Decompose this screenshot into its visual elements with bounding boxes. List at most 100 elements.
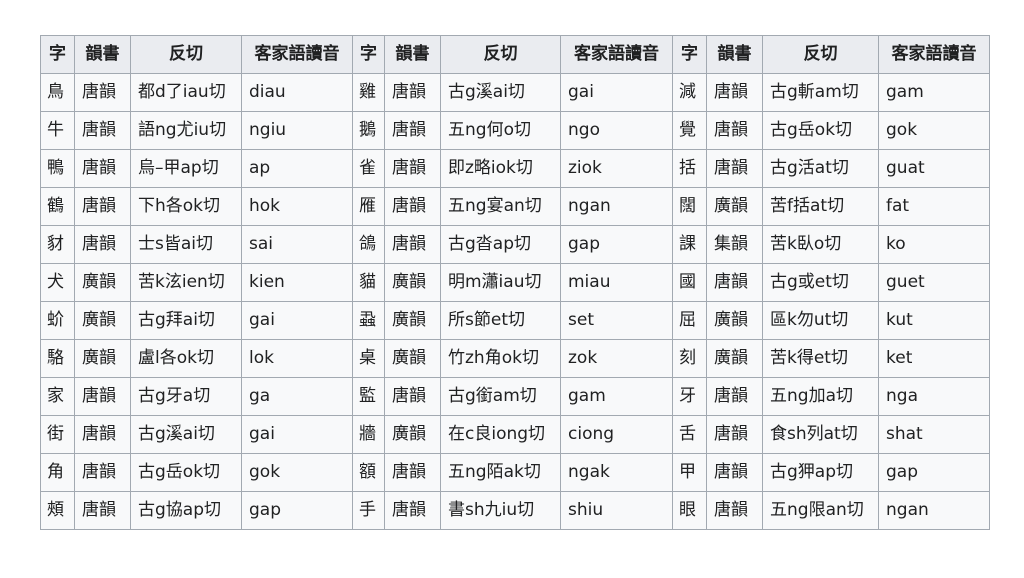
- cell-fanqie: 古g沓ap切: [440, 225, 561, 264]
- column-header-rhyme-book: 韻書: [74, 35, 131, 74]
- table-row: 牛唐韻 語ng尤iu切 ngiu 鵝唐韻 五ng何o切 ngo 覺唐韻 古g岳ok切 gok: [40, 111, 990, 150]
- cell-rhyme-book: 廣韻: [706, 187, 763, 226]
- cell-character: 牆: [352, 415, 385, 454]
- table-row: 角唐韻 古g岳ok切 gok 額唐韻 五ng陌ak切 ngak 甲唐韻 古g狎ap切 gap: [40, 453, 990, 492]
- table-row: 鶴唐韻 下h各ok切 hok 雁唐韻 五ng宴an切 ngan 闊廣韻 苦f括at切 fat: [40, 187, 990, 226]
- cell-rhyme-book: 唐韻: [74, 453, 131, 492]
- cell-character: 鵝: [352, 111, 385, 150]
- cell-fanqie: 古g活at切: [762, 149, 879, 188]
- cell-hakka-reading: gok: [241, 453, 353, 492]
- cell-rhyme-book: 唐韻: [74, 377, 131, 416]
- cell-character: 減: [672, 73, 707, 112]
- cell-hakka-reading: kien: [241, 263, 353, 302]
- cell-character: 駱: [40, 339, 75, 378]
- cell-fanqie: 食sh列at切: [762, 415, 879, 454]
- cell-hakka-reading: ngo: [560, 111, 673, 150]
- cell-character: 角: [40, 453, 75, 492]
- cell-fanqie: 區k勿ut切: [762, 301, 879, 340]
- cell-fanqie: 烏–甲ap切: [130, 149, 242, 188]
- cell-character: 刻: [672, 339, 707, 378]
- column-header-hakka-reading: 客家語讀音: [878, 35, 990, 74]
- column-header-character: 字: [672, 35, 707, 74]
- cell-character: 闊: [672, 187, 707, 226]
- cell-hakka-reading: gai: [560, 73, 673, 112]
- cell-hakka-reading: hok: [241, 187, 353, 226]
- cell-character: 牛: [40, 111, 75, 150]
- column-header-hakka-reading: 客家語讀音: [560, 35, 673, 74]
- cell-character: 貓: [352, 263, 385, 302]
- cell-character: 監: [352, 377, 385, 416]
- cell-hakka-reading: ap: [241, 149, 353, 188]
- cell-character: 括: [672, 149, 707, 188]
- table-row: 街唐韻 古g溪ai切 gai 牆廣韻 在c良iong切 ciong 舌唐韻 食sh列at切 sh…: [40, 415, 990, 454]
- cell-fanqie: 苦k得et切: [762, 339, 879, 378]
- cell-character: 舌: [672, 415, 707, 454]
- cell-character: 雞: [352, 73, 385, 112]
- cell-rhyme-book: 唐韻: [706, 263, 763, 302]
- cell-hakka-reading: diau: [241, 73, 353, 112]
- table-container: 字韻書 反切 客家語讀音字韻書 反切 客家語讀音字韻書 反切 客家語讀音 鳥唐韻 都d了iau…: [40, 35, 990, 530]
- cell-rhyme-book: 集韻: [706, 225, 763, 264]
- cell-rhyme-book: 唐韻: [706, 73, 763, 112]
- cell-hakka-reading: ngiu: [241, 111, 353, 150]
- cell-hakka-reading: shat: [878, 415, 990, 454]
- table-row: 蚧廣韻 古g拜ai切 gai 蝨廣韻 所s節et切 set 屈廣韻 區k勿ut切 kut: [40, 301, 990, 340]
- cell-fanqie: 書sh九iu切: [440, 491, 561, 530]
- cell-fanqie: 明m瀟iau切: [440, 263, 561, 302]
- cell-fanqie: 五ng加a切: [762, 377, 879, 416]
- cell-hakka-reading: sai: [241, 225, 353, 264]
- cell-hakka-reading: ket: [878, 339, 990, 378]
- cell-rhyme-book: 唐韻: [706, 149, 763, 188]
- cell-character: 甲: [672, 453, 707, 492]
- cell-hakka-reading: ngan: [560, 187, 673, 226]
- cell-rhyme-book: 廣韻: [74, 263, 131, 302]
- cell-character: 街: [40, 415, 75, 454]
- cell-rhyme-book: 廣韻: [74, 339, 131, 378]
- cell-rhyme-book: 唐韻: [384, 377, 441, 416]
- cell-hakka-reading: zok: [560, 339, 673, 378]
- cell-hakka-reading: gam: [878, 73, 990, 112]
- cell-hakka-reading: ga: [241, 377, 353, 416]
- cell-hakka-reading: gam: [560, 377, 673, 416]
- cell-hakka-reading: gai: [241, 415, 353, 454]
- cell-rhyme-book: 唐韻: [706, 415, 763, 454]
- cell-fanqie: 古g溪ai切: [130, 415, 242, 454]
- cell-fanqie: 即z略iok切: [440, 149, 561, 188]
- cell-fanqie: 苦f括at切: [762, 187, 879, 226]
- cell-character: 蝨: [352, 301, 385, 340]
- cell-rhyme-book: 廣韻: [384, 339, 441, 378]
- cell-character: 犬: [40, 263, 75, 302]
- cell-hakka-reading: shiu: [560, 491, 673, 530]
- column-header-character: 字: [40, 35, 75, 74]
- table-row: 駱廣韻 盧l各ok切 lok 桌廣韻 竹zh角ok切 zok 刻廣韻 苦k得et切 ket: [40, 339, 990, 378]
- cell-rhyme-book: 唐韻: [706, 377, 763, 416]
- cell-rhyme-book: 唐韻: [384, 111, 441, 150]
- cell-character: 雀: [352, 149, 385, 188]
- cell-fanqie: 古g拜ai切: [130, 301, 242, 340]
- cell-rhyme-book: 唐韻: [384, 453, 441, 492]
- cell-hakka-reading: gap: [878, 453, 990, 492]
- cell-fanqie: 古g岳ok切: [130, 453, 242, 492]
- cell-fanqie: 五ng宴an切: [440, 187, 561, 226]
- table-row: 鴨唐韻 烏–甲ap切 ap 雀唐韻 即z略iok切 ziok 括唐韻 古g活at切 guat: [40, 149, 990, 188]
- column-header-hakka-reading: 客家語讀音: [241, 35, 353, 74]
- column-header-rhyme-book: 韻書: [706, 35, 763, 74]
- column-header-fanqie: 反切: [762, 35, 879, 74]
- cell-fanqie: 在c良iong切: [440, 415, 561, 454]
- table-row: 鳥唐韻 都d了iau切 diau 雞唐韻 古g溪ai切 gai 減唐韻 古g斬am切 gam: [40, 73, 990, 112]
- cell-hakka-reading: gap: [241, 491, 353, 530]
- cell-character: 蚧: [40, 301, 75, 340]
- column-header-fanqie: 反切: [130, 35, 242, 74]
- cell-character: 眼: [672, 491, 707, 530]
- cell-character: 豺: [40, 225, 75, 264]
- column-header-character: 字: [352, 35, 385, 74]
- cell-rhyme-book: 唐韻: [74, 149, 131, 188]
- table-body: 鳥唐韻 都d了iau切 diau 雞唐韻 古g溪ai切 gai 減唐韻 古g斬am切 gam 牛唐…: [40, 73, 990, 530]
- cell-character: 屈: [672, 301, 707, 340]
- cell-fanqie: 古g或et切: [762, 263, 879, 302]
- table-header-row: 字韻書 反切 客家語讀音字韻書 反切 客家語讀音字韻書 反切 客家語讀音: [40, 35, 990, 74]
- cell-character: 覺: [672, 111, 707, 150]
- cell-hakka-reading: ngak: [560, 453, 673, 492]
- cell-fanqie: 五ng限an切: [762, 491, 879, 530]
- cell-rhyme-book: 廣韻: [74, 301, 131, 340]
